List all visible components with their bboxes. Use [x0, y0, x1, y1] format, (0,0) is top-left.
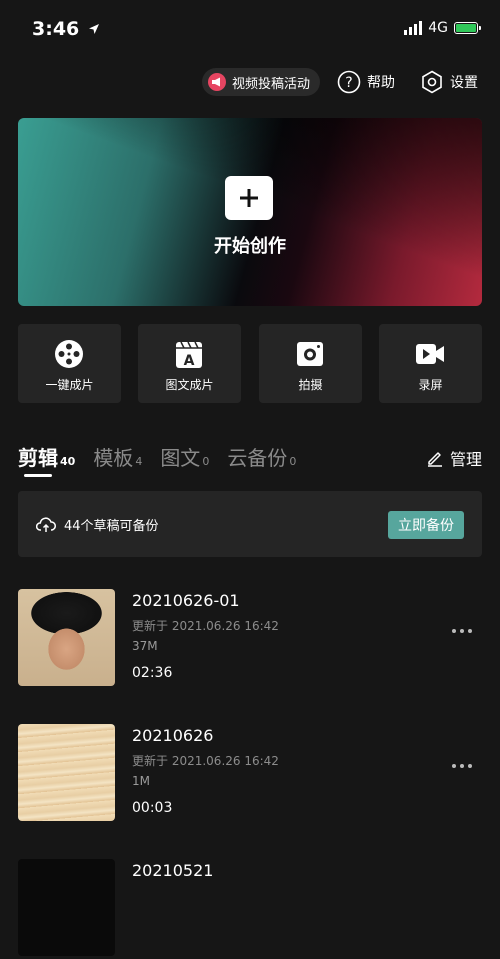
tool-label: 一键成片 [45, 378, 94, 392]
svg-text:A: A [184, 353, 195, 369]
backup-banner: 44个草稿可备份 立即备份 [18, 491, 482, 557]
tab-edit[interactable]: 剪辑 40 [18, 442, 75, 471]
draft-title: 20210626-01 [132, 591, 240, 610]
backup-now-button[interactable]: 立即备份 [388, 511, 464, 539]
help-button[interactable]: ? 帮助 [337, 70, 395, 94]
tab-text-image[interactable]: 图文 0 [160, 442, 209, 471]
gear-icon [422, 70, 442, 94]
draft-item[interactable]: 20210521 [18, 859, 482, 959]
tab-cloud-backup[interactable]: 云备份 0 [227, 442, 296, 471]
backup-text: 44个草稿可备份 [64, 519, 159, 534]
tool-text-to-video[interactable]: A 图文成片 [138, 324, 241, 403]
tool-label: 拍摄 [298, 378, 323, 392]
draft-thumbnail [18, 724, 115, 821]
video-record-icon [416, 344, 444, 364]
network-label: 4G [428, 20, 448, 36]
manage-label: 管理 [449, 450, 482, 469]
tool-one-click-video[interactable]: 一键成片 [18, 324, 121, 403]
help-label: 帮助 [367, 75, 395, 91]
draft-item[interactable]: 20210626-01 更新于 2021.06.26 16:42 37M 02:… [18, 589, 482, 689]
tab-count: 4 [135, 455, 143, 468]
draft-title: 20210626 [132, 726, 214, 745]
start-creation-label: 开始创作 [214, 236, 286, 257]
tool-label: 录屏 [418, 378, 443, 392]
cloud-upload-icon [36, 516, 56, 532]
tab-count: 0 [289, 455, 297, 468]
draft-updated: 更新于 2021.06.26 16:42 [132, 754, 279, 768]
tab-templates[interactable]: 模板 4 [93, 442, 142, 471]
tab-label: 剪辑 [18, 446, 58, 470]
megaphone-icon [208, 73, 226, 91]
tab-count: 0 [202, 455, 210, 468]
tab-label: 模板 [93, 446, 134, 470]
manage-button[interactable]: 管理 [426, 446, 482, 470]
promo-label: 视频投稿活动 [232, 76, 311, 92]
status-time: 3:46 [32, 18, 100, 40]
more-options-icon[interactable] [452, 629, 472, 633]
text-clapper-icon: A [176, 341, 202, 369]
draft-updated: 更新于 2021.06.26 16:42 [132, 619, 279, 633]
draft-thumbnail [18, 859, 115, 956]
tool-camera[interactable]: 拍摄 [259, 324, 362, 403]
signal-icon [404, 21, 423, 35]
promo-button[interactable]: 视频投稿活动 [202, 68, 321, 96]
active-tab-indicator [24, 474, 52, 477]
draft-duration: 02:36 [132, 665, 173, 681]
battery-icon [454, 22, 481, 34]
backup-info: 44个草稿可备份 [36, 515, 159, 534]
draft-duration: 00:03 [132, 800, 173, 816]
film-reel-icon [55, 340, 83, 368]
settings-label: 设置 [450, 75, 478, 91]
draft-thumbnail [18, 589, 115, 686]
tool-label: 图文成片 [165, 378, 214, 392]
svg-text:?: ? [345, 75, 352, 91]
tab-count: 40 [60, 455, 76, 468]
camera-icon [297, 342, 323, 366]
more-options-icon[interactable] [452, 764, 472, 768]
tool-screen-record[interactable]: 录屏 [379, 324, 482, 403]
location-arrow-icon [88, 24, 99, 34]
settings-button[interactable]: 设置 [420, 70, 478, 94]
edit-pencil-icon [427, 452, 442, 467]
draft-title: 20210521 [132, 861, 214, 880]
status-indicators: 4G [404, 20, 481, 36]
draft-item[interactable]: 20210626 更新于 2021.06.26 16:42 1M 00:03 [18, 724, 482, 824]
tab-label: 图文 [160, 446, 201, 470]
plus-icon [225, 176, 273, 220]
draft-size: 1M [132, 774, 150, 788]
draft-size: 37M [132, 639, 158, 653]
project-tabs: 剪辑 40 模板 4 图文 0 云备份 0 [18, 442, 296, 471]
start-creation-card[interactable]: 开始创作 [18, 118, 482, 306]
tab-label: 云备份 [227, 446, 288, 470]
help-icon: ? [337, 70, 361, 94]
